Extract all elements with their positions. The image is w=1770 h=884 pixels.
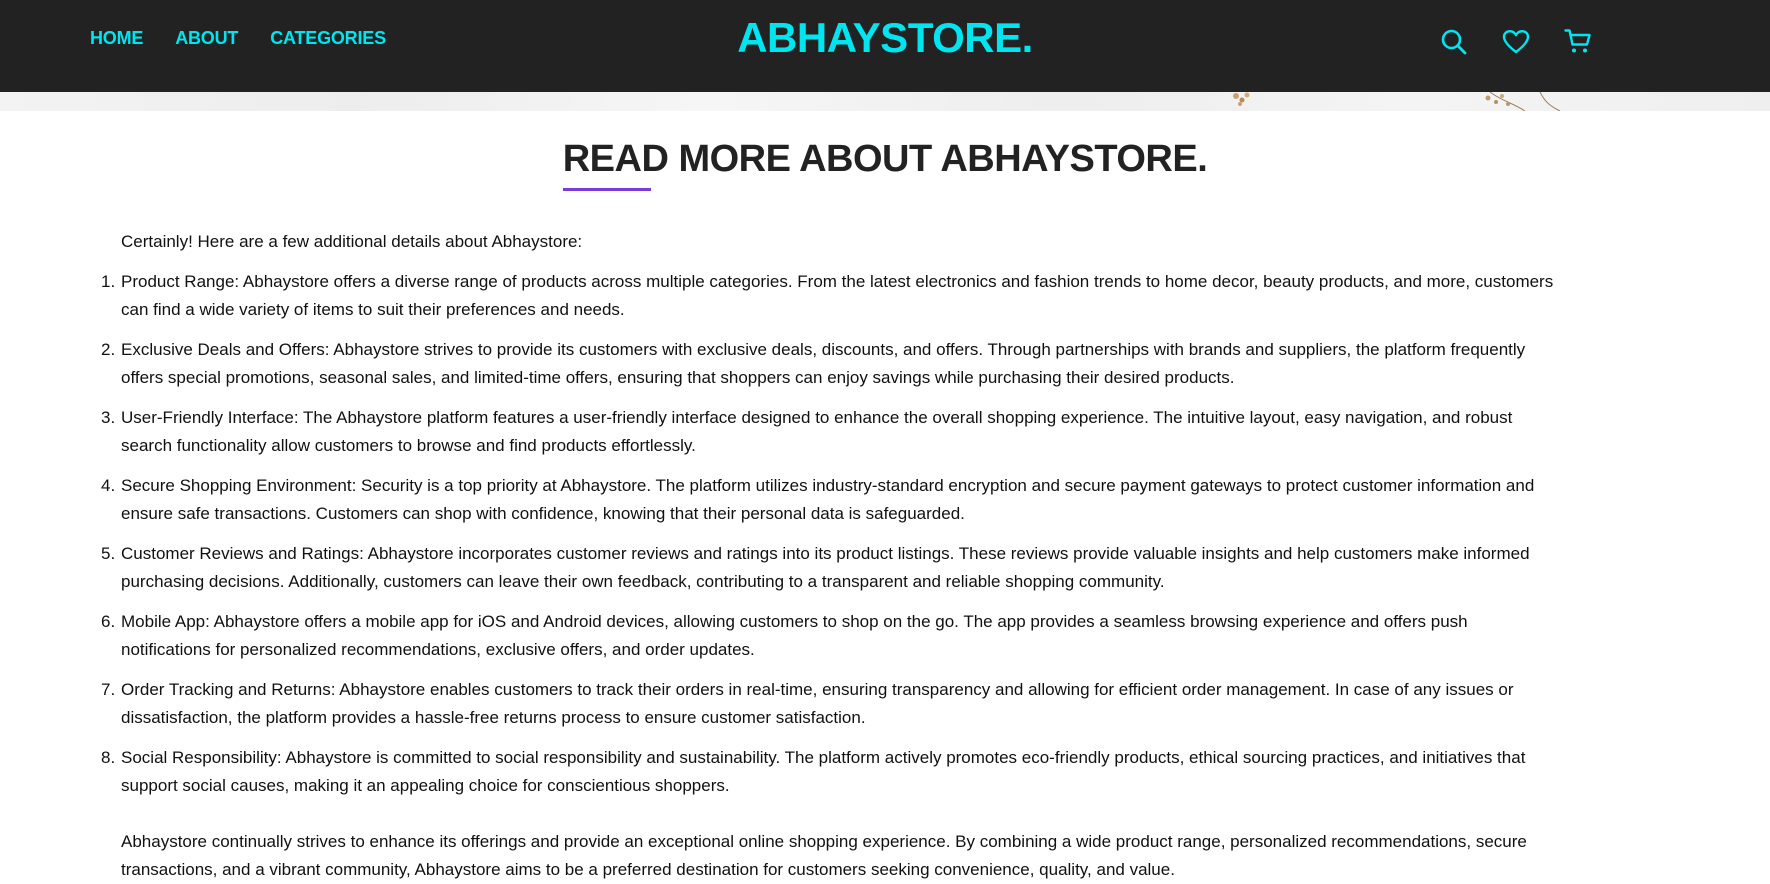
list-item: 8. Social Responsibility: Abhaystore is c… [101,744,1561,800]
title-underline [562,188,651,191]
list-item-number: 4. [101,476,116,495]
nav-link-about[interactable]: ABOUT [175,28,238,49]
list-item: 2. Exclusive Deals and Offers: Abhaystore… [101,336,1561,392]
about-content: Certainly! Here are a few additional det… [101,228,1561,884]
nav-link-home[interactable]: HOME [90,28,143,49]
nav-link-categories[interactable]: CATEGORIES [270,28,386,49]
list-item-text: Product Range: Abhaystore offers a diver… [121,272,1554,319]
hero-banner-strip [0,92,1770,111]
top-navbar: HOME ABOUT CATEGORIES ABHAYSTORE. [0,0,1770,92]
list-item-number: 5. [101,544,116,563]
list-item-text: Order Tracking and Returns: Abhaystore e… [121,680,1514,727]
list-item-number: 6. [101,612,116,631]
list-item-number: 7. [101,680,116,699]
heart-icon[interactable] [1498,24,1534,60]
list-item: 6. Mobile App: Abhaystore offers a mobile… [101,608,1561,664]
list-item-text: Customer Reviews and Ratings: Abhaystore… [121,544,1530,591]
nav-icons [1436,24,1596,60]
list-item-number: 2. [101,340,116,359]
section-title-wrap: READ MORE ABOUT ABHAYSTORE. [0,138,1770,191]
list-item-text: Secure Shopping Environment: Security is… [121,476,1535,523]
list-item: 7. Order Tracking and Returns: Abhaystore… [101,676,1561,732]
details-list: 1. Product Range: Abhaystore offers a div… [101,268,1561,800]
list-item-text: User-Friendly Interface: The Abhaystore … [121,408,1513,455]
list-item-text: Mobile App: Abhaystore offers a mobile a… [121,612,1468,659]
floral-decoration-image [1233,92,1561,111]
list-item-text: Social Responsibility: Abhaystore is com… [121,748,1526,795]
closing-text: Abhaystore continually strives to enhanc… [121,832,1527,879]
page-title: READ MORE ABOUT ABHAYSTORE. [562,138,1208,191]
search-icon[interactable] [1436,24,1472,60]
intro-text: Certainly! Here are a few additional det… [121,232,583,251]
list-item-number: 3. [101,408,116,427]
list-item-number: 1. [101,272,116,291]
list-item-text: Exclusive Deals and Offers: Abhaystore s… [121,340,1526,387]
cart-icon[interactable] [1560,24,1596,60]
list-item: 4. Secure Shopping Environment: Security … [101,472,1561,528]
page-title-text: READ MORE ABOUT ABHAYSTORE. [562,138,1208,180]
list-item: 1. Product Range: Abhaystore offers a div… [101,268,1561,324]
list-item-number: 8. [101,748,116,767]
list-item: 3. User-Friendly Interface: The Abhaystor… [101,404,1561,460]
list-item: 5. Customer Reviews and Ratings: Abhaysto… [101,540,1561,596]
nav-links: HOME ABOUT CATEGORIES [90,28,386,49]
